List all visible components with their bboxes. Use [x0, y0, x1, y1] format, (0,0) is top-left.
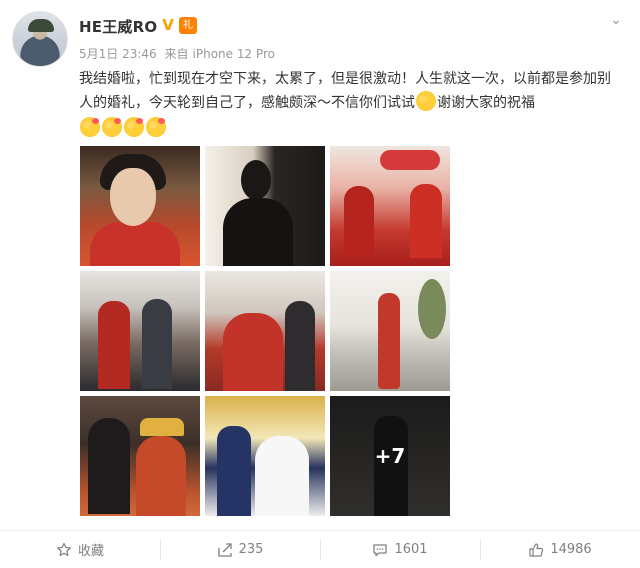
bride-figure — [98, 301, 130, 389]
thumbs-up-icon — [528, 542, 544, 558]
more-photos-overlay[interactable]: +7 — [330, 396, 450, 516]
favorite-button[interactable]: 收藏 — [0, 531, 160, 568]
photo-2[interactable] — [205, 146, 325, 266]
avatar-cap — [28, 19, 54, 32]
star-icon — [56, 542, 72, 558]
action-bar: 收藏 235 1601 14986 — [0, 530, 640, 568]
photo-8[interactable] — [205, 396, 325, 516]
photo-9[interactable]: +7 — [330, 396, 450, 516]
kiss-emoji-icon — [80, 117, 100, 137]
repost-button[interactable]: 235 — [160, 531, 320, 568]
gift-badge-icon: 礼 — [179, 17, 197, 34]
guest-figure — [285, 301, 315, 391]
groom-silhouette-head — [241, 160, 271, 200]
like-button[interactable]: 14986 — [480, 531, 640, 568]
verified-badge-icon: V — [162, 16, 174, 34]
kiss-emoji-icon — [146, 117, 166, 137]
photo-1[interactable] — [80, 146, 200, 266]
kiss-emoji-icon — [102, 117, 122, 137]
groom-figure — [217, 426, 251, 516]
groom-silhouette-body — [223, 198, 293, 266]
share-icon — [217, 542, 233, 558]
guest-figure — [142, 299, 172, 389]
crown-shape — [140, 418, 184, 436]
smile-emoji-icon — [416, 91, 436, 111]
favorite-label: 收藏 — [77, 544, 104, 559]
post-meta: 5月1日 23:46 来自 iPhone 12 Pro — [79, 45, 279, 62]
comment-icon — [372, 542, 388, 558]
bride-figure — [136, 436, 186, 516]
avatar[interactable] — [12, 11, 68, 67]
chevron-down-icon[interactable]: ⌄ — [608, 12, 624, 28]
stylist-figure — [88, 418, 130, 514]
emoji-row — [79, 117, 167, 141]
source-prefix: 来自 — [164, 47, 189, 61]
post-source: iPhone 12 Pro — [192, 47, 275, 61]
groom-figure — [223, 313, 283, 391]
photo-6[interactable] — [330, 271, 450, 391]
photo-grid: +7 — [80, 146, 452, 520]
post-date[interactable]: 5月1日 23:46 — [79, 47, 157, 61]
photo-3[interactable] — [330, 146, 450, 266]
username[interactable]: HE王威RO — [79, 16, 157, 37]
balloon-decor — [380, 150, 440, 170]
groom-figure — [344, 186, 374, 256]
tree-shape — [418, 279, 446, 339]
comment-button[interactable]: 1601 — [320, 531, 480, 568]
bride-figure — [410, 184, 442, 258]
photo-4[interactable] — [80, 271, 200, 391]
repost-count: 235 — [238, 542, 264, 557]
bride-figure — [378, 293, 400, 389]
bride-figure — [255, 436, 309, 516]
post-text: 我结婚啦，忙到现在才空下来，太累了，但是很激动！人生就这一次，以前都是参加别人的… — [79, 67, 624, 115]
photo-7[interactable] — [80, 396, 200, 516]
kiss-emoji-icon — [124, 117, 144, 137]
bride-face — [110, 168, 156, 226]
bride-figure — [90, 222, 180, 266]
photo-5[interactable] — [205, 271, 325, 391]
like-count: 14986 — [550, 542, 592, 557]
comment-count: 1601 — [394, 542, 428, 557]
post-text-part2: 谢谢大家的祝福 — [437, 95, 535, 111]
